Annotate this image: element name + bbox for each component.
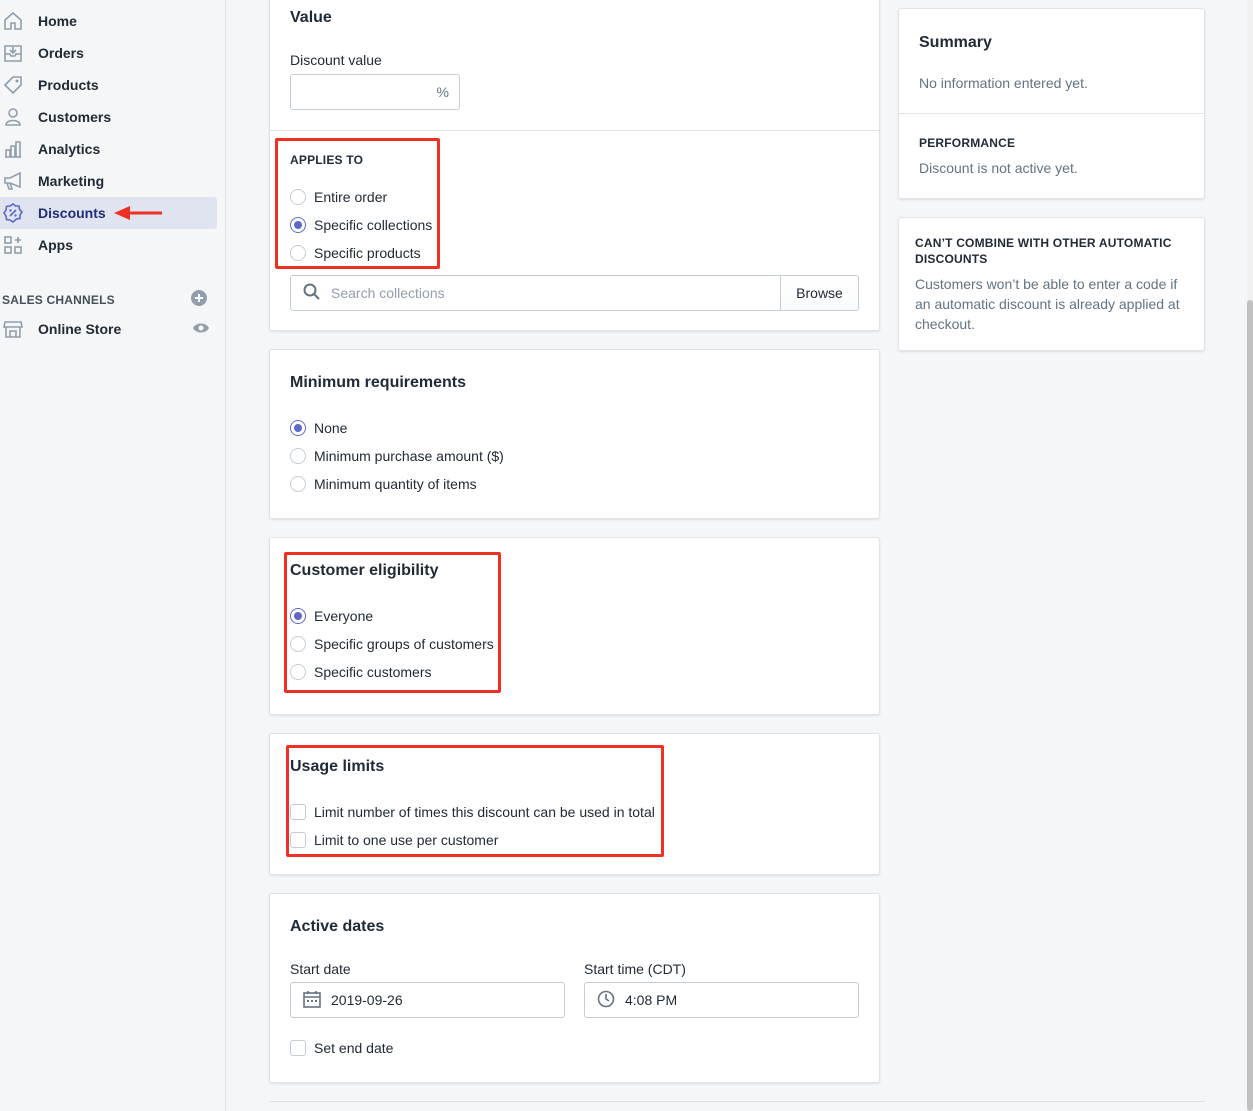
orders-icon <box>2 42 24 64</box>
combine-text: Customers won’t be able to enter a code … <box>915 276 1180 332</box>
search-collections-placeholder[interactable]: Search collections <box>331 285 445 301</box>
option-label: Set end date <box>314 1040 394 1056</box>
analytics-icon <box>2 138 24 160</box>
sidebar-item-apps[interactable]: Apps <box>0 229 217 261</box>
performance-title: PERFORMANCE <box>919 136 1016 150</box>
sidebar-item-label: Home <box>38 13 77 29</box>
combine-card: CAN’T COMBINE WITH OTHER AUTOMATIC DISCO… <box>898 217 1205 351</box>
summary-title: Summary <box>919 34 992 51</box>
min-req-quantity[interactable]: Minimum quantity of items <box>290 473 477 495</box>
discount-value-field[interactable]: % <box>290 74 460 110</box>
option-label: Minimum quantity of items <box>314 476 477 492</box>
radio-button[interactable] <box>290 476 306 492</box>
sidebar-item-label: Customers <box>38 109 112 125</box>
search-collections-field[interactable]: Search collections <box>290 275 781 311</box>
value-title: Value <box>290 9 332 26</box>
scrollbar-track[interactable] <box>1247 0 1253 1111</box>
sidebar-item-orders[interactable]: Orders <box>0 37 217 69</box>
percent-suffix: % <box>436 84 449 100</box>
highlight-box-applies-to <box>275 138 440 269</box>
start-time-value[interactable]: 4:08 PM <box>625 992 677 1008</box>
sidebar-item-products[interactable]: Products <box>0 69 217 101</box>
discounts-icon <box>2 202 24 224</box>
sidebar-item-label: Online Store <box>38 321 122 337</box>
page-divider <box>269 1101 1205 1102</box>
add-channel-icon[interactable] <box>191 290 207 309</box>
highlight-box-eligibility <box>284 552 501 693</box>
start-date-field[interactable]: 2019-09-26 <box>290 982 565 1018</box>
min-req-purchase-amount[interactable]: Minimum purchase amount ($) <box>290 445 504 467</box>
sidebar-item-label: Marketing <box>38 173 105 189</box>
set-end-date[interactable]: Set end date <box>290 1037 393 1059</box>
start-time-field[interactable]: 4:08 PM <box>584 982 859 1018</box>
view-store-eye-icon[interactable] <box>192 321 210 337</box>
min-req-none[interactable]: None <box>290 417 347 439</box>
sidebar-item-label: Analytics <box>38 141 101 157</box>
marketing-icon <box>2 170 24 192</box>
sales-channels-title: SALES CHANNELS <box>2 292 115 307</box>
clock-icon <box>597 990 615 1011</box>
start-time-label: Start time (CDT) <box>584 961 686 977</box>
active-dates-card: Active dates Start date 2019-09-26 Start… <box>269 893 880 1083</box>
radio-button[interactable] <box>290 448 306 464</box>
apps-icon <box>2 234 24 256</box>
sidebar-item-label: Apps <box>38 237 73 253</box>
sidebar-item-home[interactable]: Home <box>0 5 217 37</box>
sidebar: Home Orders Products Customers Analytics… <box>0 0 226 1111</box>
products-icon <box>2 74 24 96</box>
sales-channels-header: SALES CHANNELS <box>2 290 207 309</box>
min-req-title: Minimum requirements <box>290 374 467 391</box>
active-dates-title: Active dates <box>290 918 385 935</box>
discount-value-label: Discount value <box>290 52 382 68</box>
store-icon <box>2 318 24 340</box>
sidebar-item-discounts[interactable]: Discounts <box>0 197 217 229</box>
option-label: Minimum purchase amount ($) <box>314 448 504 464</box>
customers-icon <box>2 106 24 128</box>
radio-button[interactable] <box>290 420 306 436</box>
sidebar-item-label: Orders <box>38 45 84 61</box>
sidebar-item-marketing[interactable]: Marketing <box>0 165 217 197</box>
performance-text: Discount is not active yet. <box>919 160 1078 176</box>
checkbox[interactable] <box>290 1040 306 1056</box>
start-date-value[interactable]: 2019-09-26 <box>331 992 403 1008</box>
calendar-icon <box>303 990 321 1011</box>
summary-card: Summary No information entered yet. PERF… <box>898 8 1205 199</box>
highlight-box-usage <box>286 745 664 857</box>
browse-button[interactable]: Browse <box>780 275 859 311</box>
home-icon <box>2 10 24 32</box>
divider <box>270 130 879 131</box>
sidebar-item-label: Discounts <box>38 205 106 221</box>
divider <box>899 113 1204 114</box>
combine-title: CAN’T COMBINE WITH OTHER AUTOMATIC DISCO… <box>915 236 1172 266</box>
pointer-arrow-annotation <box>112 204 164 225</box>
sidebar-item-customers[interactable]: Customers <box>0 101 217 133</box>
sidebar-item-label: Products <box>38 77 99 93</box>
scrollbar-thumb[interactable] <box>1247 300 1253 1111</box>
sidebar-item-online-store[interactable]: Online Store <box>0 313 210 345</box>
option-label: None <box>314 420 348 436</box>
minimum-requirements-card: Minimum requirements None Minimum purcha… <box>269 349 880 519</box>
sidebar-item-analytics[interactable]: Analytics <box>0 133 217 165</box>
search-icon <box>303 283 321 304</box>
start-date-label: Start date <box>290 961 351 977</box>
summary-empty-text: No information entered yet. <box>919 75 1088 91</box>
